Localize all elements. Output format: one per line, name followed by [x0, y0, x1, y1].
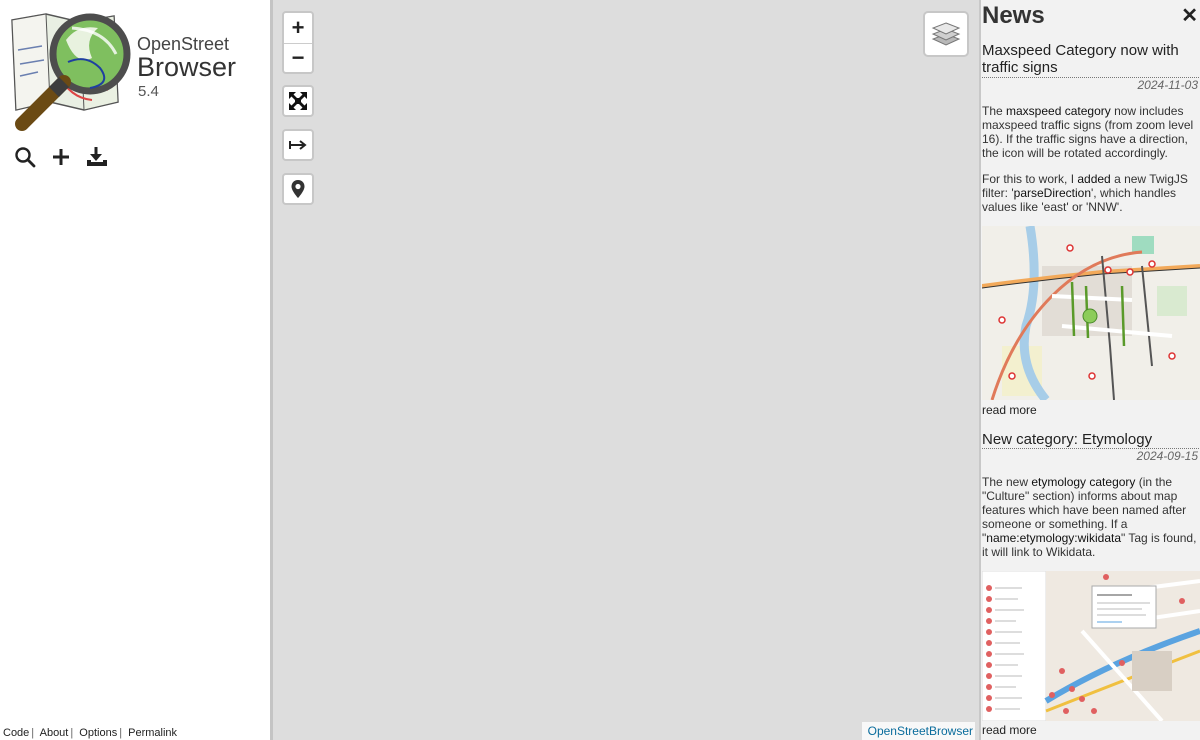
read-more-link[interactable]: read more: [982, 723, 1037, 737]
text: The: [982, 104, 1007, 118]
search-button[interactable]: [12, 146, 38, 168]
read-more-link[interactable]: read more: [982, 403, 1037, 417]
footer-link-code[interactable]: Code: [3, 727, 29, 739]
map-canvas[interactable]: + − OpenStreetBrowser: [273, 0, 979, 740]
code-term: parseDirection: [1013, 186, 1092, 200]
article-title: Maxspeed Category now with traffic signs: [982, 42, 1179, 76]
app-logo[interactable]: [8, 10, 134, 134]
footer-separator: |: [70, 727, 74, 739]
added-link[interactable]: added: [1077, 172, 1110, 186]
map-thumbnail-icon: [982, 226, 1200, 400]
fullscreen-icon: [289, 92, 307, 110]
code-term: name:etymology:wikidata: [986, 531, 1121, 545]
download-icon: [87, 147, 107, 166]
footer-link-about[interactable]: About: [40, 727, 69, 739]
article-title: New category: Etymology: [982, 431, 1153, 448]
footer-link-options[interactable]: Options: [79, 727, 117, 739]
footer-separator: |: [31, 727, 35, 739]
zoom-in-button[interactable]: +: [284, 13, 312, 43]
article-body: The new etymology category (in the "Cult…: [982, 475, 1199, 559]
map-thumbnail-icon: [982, 571, 1200, 721]
article-image-etymology-map[interactable]: [982, 571, 1200, 721]
news-heading: News: [982, 2, 1045, 29]
article-date: 2024-09-15: [1136, 449, 1198, 463]
layers-icon: [931, 22, 961, 46]
download-button[interactable]: [84, 146, 110, 168]
attribution-link[interactable]: OpenStreetBrowser: [861, 722, 975, 740]
article-image-maxspeed-map[interactable]: [982, 226, 1200, 400]
text: For this to work, I: [982, 172, 1078, 186]
close-news-button[interactable]: ✕: [1181, 6, 1198, 26]
text: The new: [982, 475, 1032, 489]
layers-button[interactable]: [923, 11, 969, 57]
footer-links: Code | About | Options | Permalink: [3, 727, 177, 739]
article-paragraph: The new etymology category (in the "Cult…: [982, 475, 1199, 559]
measure-button[interactable]: [282, 129, 314, 161]
arrow-right-bar-icon: [289, 140, 307, 150]
app-name-line2: Browser: [137, 52, 237, 82]
article-paragraph: The maxspeed category now includes maxsp…: [982, 104, 1199, 160]
news-panel: News ✕ Maxspeed Category now with traffi…: [981, 0, 1200, 740]
map-marker-icon: [291, 180, 305, 198]
geolocate-button[interactable]: [282, 173, 314, 205]
etymology-category-link[interactable]: etymology category: [1031, 475, 1135, 489]
toolbar: [12, 146, 110, 168]
article-paragraph: For this to work, I added a new TwigJS f…: [982, 172, 1199, 214]
zoom-control: + −: [282, 11, 314, 74]
footer-separator: |: [119, 727, 123, 739]
fullscreen-button[interactable]: [282, 85, 314, 117]
logo-magnifier-map-icon: [11, 13, 131, 131]
article-body: The maxspeed category now includes maxsp…: [982, 104, 1199, 214]
maxspeed-category-link[interactable]: maxspeed category: [1006, 104, 1111, 118]
article-date: 2024-11-03: [1137, 78, 1199, 92]
footer-link-permalink[interactable]: Permalink: [128, 727, 177, 739]
search-icon: [15, 147, 36, 168]
sidebar: OpenStreet Browser 5.4 Code| About| Op: [0, 0, 270, 740]
add-button[interactable]: [48, 146, 74, 168]
zoom-out-button[interactable]: −: [284, 42, 312, 73]
app-version: 5.4: [138, 83, 159, 100]
plus-icon: [53, 149, 69, 165]
